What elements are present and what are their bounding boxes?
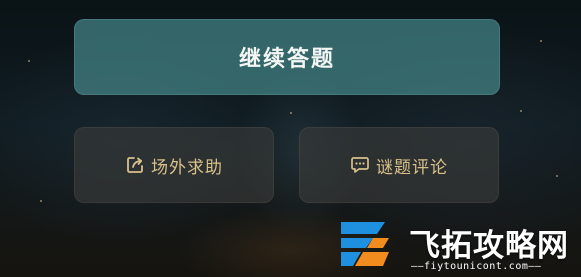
outside-help-button[interactable]: 场外求助: [74, 127, 274, 203]
background-speck: [28, 60, 30, 62]
background-speck: [40, 200, 42, 202]
site-logo-icon: [341, 222, 389, 266]
share-external-icon: [125, 155, 145, 175]
background-speck: [290, 112, 292, 114]
site-watermark: 飞拓攻略网 ——fiytounicont.com——: [333, 214, 581, 277]
continue-answering-button[interactable]: 继续答题: [74, 19, 500, 95]
watermark-site-name: 飞拓攻略网: [409, 228, 569, 264]
background-speck: [520, 110, 522, 112]
puzzle-comments-label: 谜题评论: [376, 157, 448, 178]
puzzle-comments-button[interactable]: 谜题评论: [299, 127, 499, 203]
comment-bubble-icon: [350, 155, 370, 175]
watermark-domain: ——fiytounicont.com——: [411, 261, 542, 272]
continue-answering-label: 继续答题: [238, 47, 335, 72]
outside-help-label: 场外求助: [151, 157, 223, 178]
background-speck: [556, 175, 558, 177]
game-screen: 继续答题 场外求助 谜题评论 飞拓攻略网 ——fiytounicont.com—…: [0, 0, 581, 277]
background-speck: [540, 40, 542, 42]
